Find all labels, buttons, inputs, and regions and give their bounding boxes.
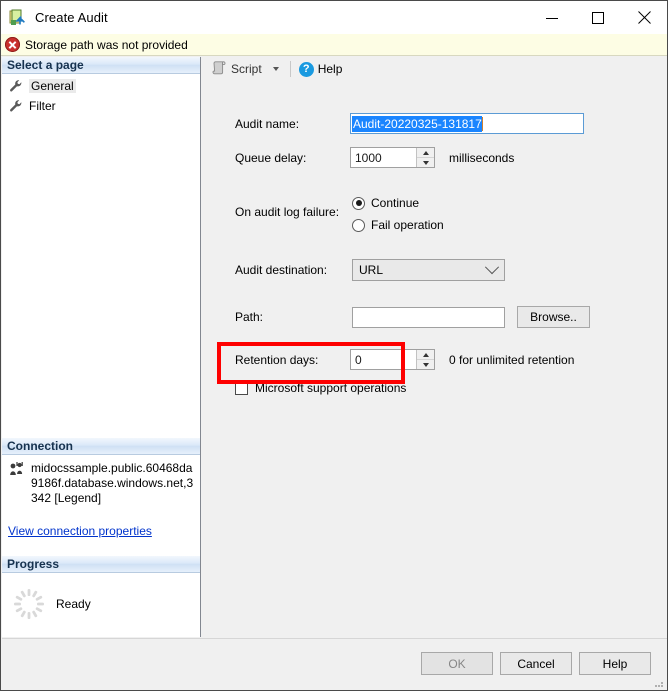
path-input[interactable] <box>352 306 505 328</box>
error-message-text: Storage path was not provided <box>25 37 188 52</box>
retention-days-label: Retention days: <box>235 352 319 367</box>
audit-destination-select[interactable]: URL <box>352 259 505 281</box>
audit-destination-value: URL <box>359 263 384 277</box>
arrow-down-icon <box>422 160 429 165</box>
ok-button[interactable]: OK <box>421 652 493 675</box>
page-list: General Filter <box>2 74 200 115</box>
connection-section: Connection midocssample.public.60468da91… <box>2 438 200 538</box>
ms-support-operations-label: Microsoft support operations <box>255 381 407 395</box>
error-icon <box>5 37 20 52</box>
audit-destination-label: Audit destination: <box>235 263 328 277</box>
radio-fail-operation-label: Fail operation <box>371 218 444 232</box>
retention-days-row: Retention days: 0 0 for unlimited retent… <box>235 349 665 370</box>
retention-days-decrement[interactable] <box>417 359 434 369</box>
radio-continue-label: Continue <box>371 196 420 210</box>
queue-delay-stepper[interactable]: 1000 <box>350 147 435 168</box>
arrow-down-icon <box>422 362 429 367</box>
create-audit-icon <box>9 9 27 27</box>
radio-fail-operation[interactable]: Fail operation <box>352 218 444 232</box>
audit-name-value: Audit-20220325-131817 <box>352 115 482 132</box>
queue-delay-unit: milliseconds <box>449 150 515 165</box>
sidebar-item-filter[interactable]: Filter <box>8 97 200 115</box>
window-title: Create Audit <box>35 10 108 25</box>
queue-delay-label: Queue delay: <box>235 150 307 165</box>
maximize-button[interactable] <box>575 1 621 34</box>
sidebar: Select a page General Filter Connection … <box>2 57 201 637</box>
queue-delay-value: 1000 <box>355 150 382 165</box>
panel-toolbar: Script ? Help <box>202 57 667 81</box>
radio-fail-operation-indicator <box>352 218 365 232</box>
wrench-icon <box>8 78 24 94</box>
progress-header: Progress <box>2 556 200 573</box>
view-connection-properties-link[interactable]: View connection properties <box>8 524 152 538</box>
create-audit-dialog: Create Audit Storage path was not provid… <box>0 0 668 691</box>
text-caret <box>481 116 483 131</box>
close-button[interactable] <box>621 1 667 34</box>
path-row: Path: Browse.. <box>235 306 665 328</box>
browse-button[interactable]: Browse.. <box>517 306 590 328</box>
queue-delay-increment[interactable] <box>417 148 434 157</box>
sidebar-item-general[interactable]: General <box>8 77 200 95</box>
help-footer-button[interactable]: Help <box>579 652 651 675</box>
script-button[interactable]: Script <box>208 58 265 80</box>
retention-days-hint: 0 for unlimited retention <box>449 352 575 367</box>
title-bar: Create Audit <box>1 1 667 34</box>
main-panel: Script ? Help Audit name: Audit-20220325… <box>202 57 667 637</box>
connection-icon <box>8 461 25 478</box>
chevron-down-icon[interactable] <box>272 67 279 71</box>
help-label: Help <box>317 62 343 76</box>
retention-days-increment[interactable] <box>417 350 434 359</box>
toolbar-separator <box>289 61 291 77</box>
audit-destination-row: Audit destination: URL <box>235 259 665 281</box>
help-button[interactable]: ? Help <box>296 58 346 80</box>
queue-delay-decrement[interactable] <box>417 157 434 167</box>
radio-continue-indicator <box>352 196 365 210</box>
help-question-icon: ? <box>298 61 314 77</box>
on-audit-log-failure-label: On audit log failure: <box>235 205 340 219</box>
audit-name-label: Audit name: <box>235 116 300 131</box>
minimize-button[interactable] <box>529 1 575 34</box>
progress-section: Progress Ready <box>2 556 200 621</box>
arrow-up-icon <box>422 352 429 357</box>
retention-days-value: 0 <box>355 352 362 367</box>
wrench-icon <box>8 98 24 114</box>
connection-header: Connection <box>2 438 200 455</box>
radio-continue[interactable]: Continue <box>352 196 419 210</box>
cancel-button[interactable]: Cancel <box>500 652 572 675</box>
audit-name-input[interactable]: Audit-20220325-131817 <box>350 113 584 134</box>
audit-name-row: Audit name: Audit-20220325-131817 <box>235 113 655 134</box>
queue-delay-row: Queue delay: 1000 milliseconds <box>235 147 665 168</box>
script-label: Script <box>231 62 262 76</box>
progress-spinner-icon <box>12 587 46 621</box>
chevron-down-icon <box>484 260 500 275</box>
connection-server-text: midocssample.public.60468da9186f.databas… <box>31 461 194 505</box>
path-label: Path: <box>235 310 264 324</box>
error-message-bar: Storage path was not provided <box>1 34 667 56</box>
resize-grip[interactable] <box>654 677 664 687</box>
ms-support-operations-checkbox[interactable]: Microsoft support operations <box>235 381 406 395</box>
select-a-page-header: Select a page <box>2 57 200 74</box>
sidebar-item-filter-label: Filter <box>29 99 56 113</box>
dialog-footer: OK Cancel Help <box>2 638 667 690</box>
progress-status-text: Ready <box>56 597 91 611</box>
arrow-up-icon <box>422 150 429 155</box>
window-controls <box>529 1 667 34</box>
ms-support-operations-box <box>235 381 248 395</box>
script-icon <box>211 60 227 79</box>
sidebar-item-general-label: General <box>29 79 76 93</box>
retention-days-stepper[interactable]: 0 <box>350 349 435 370</box>
